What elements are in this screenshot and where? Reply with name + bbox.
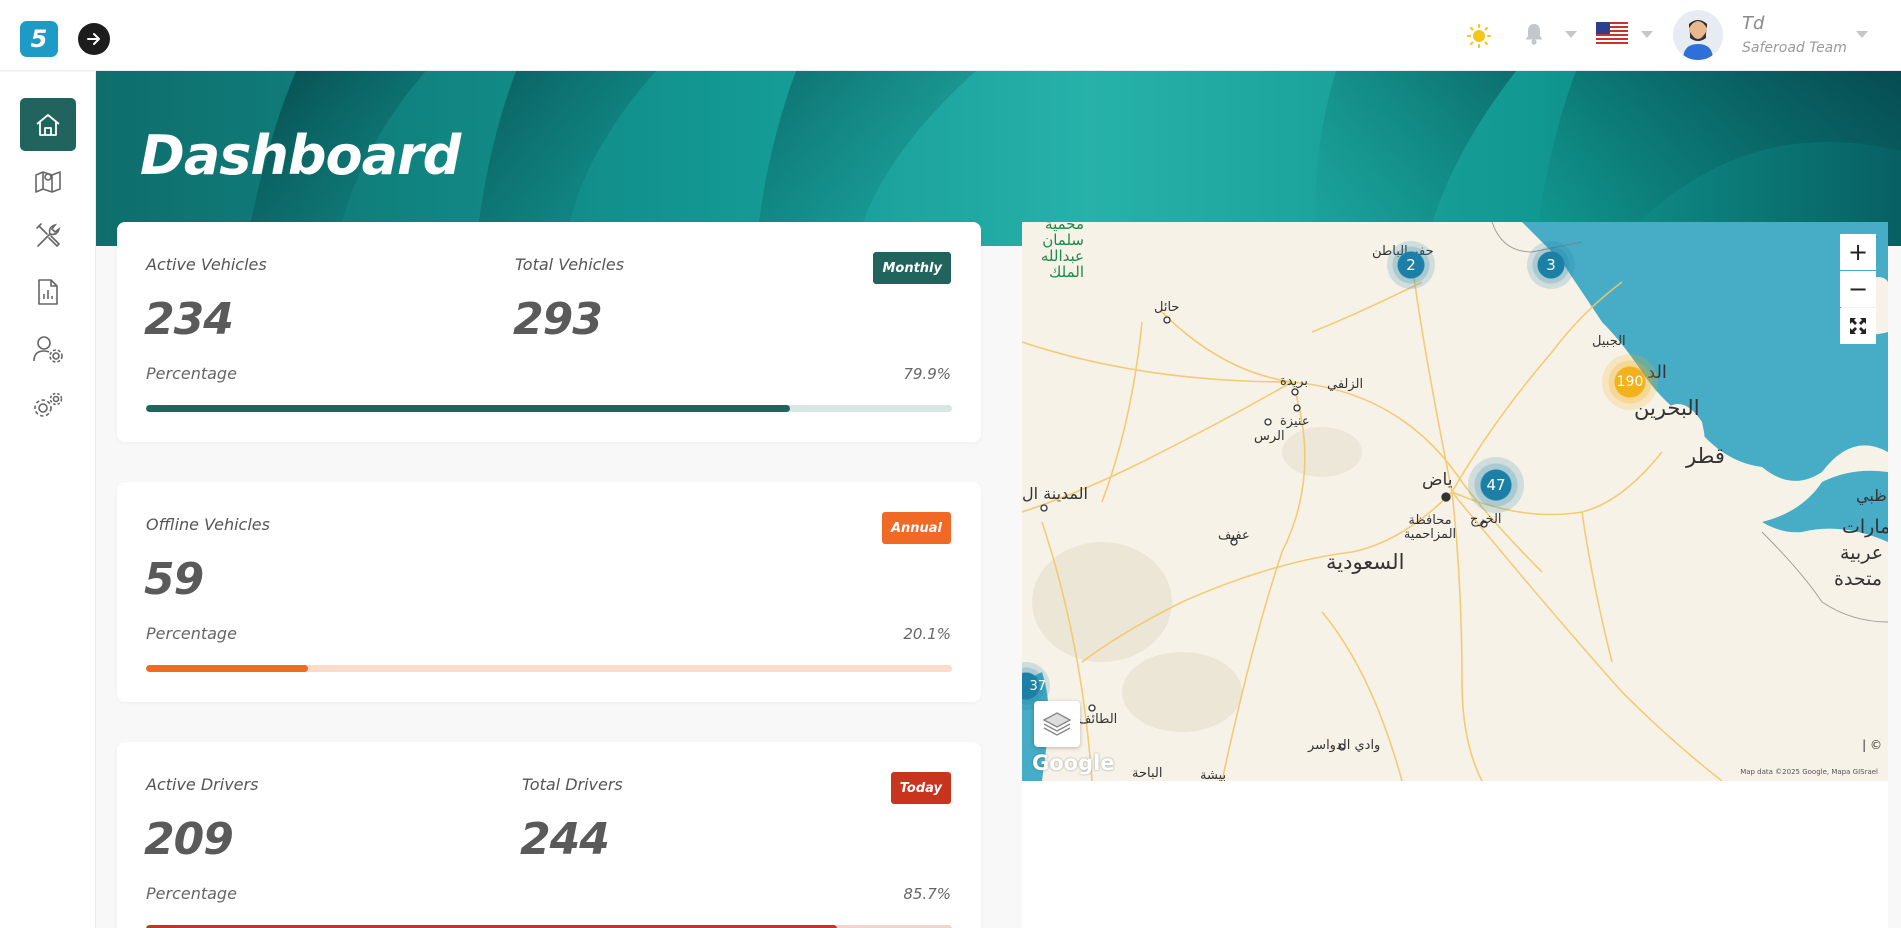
bell-icon[interactable] [1521,21,1547,47]
page-title: Dashboard [140,124,461,187]
map-label-dawasir: وادي الدواسر [1308,738,1381,753]
map-copyright: | © [1862,738,1882,752]
map-cluster-47[interactable]: 47 [1468,457,1524,513]
language-caret-icon[interactable] [1641,31,1653,38]
zoom-in-label: + [1847,238,1869,266]
offline-card: Offline Vehicles 59 Annual Percentage 20… [117,482,981,702]
map-label-arabia: عربية [1840,542,1884,564]
map-label-reserve: محمية سلمان عبدالله الملك [1040,222,1084,281]
zoom-out-label: − [1847,275,1869,303]
map-icon [35,170,61,193]
user-menu-caret-icon[interactable] [1856,31,1868,38]
cluster-count: 2 [1406,256,1416,274]
map-cluster-3[interactable]: 3 [1527,241,1575,289]
layers-icon [1042,712,1072,736]
map-label-zulfi: الزلفي [1327,377,1364,392]
active-vehicles-label: Active Vehicles [146,255,267,274]
offline-progress-bar [146,665,952,672]
map-label-riyadh: ياض [1422,470,1453,490]
home-icon [36,113,60,136]
map-label-saudi: السعودية [1326,550,1405,574]
sidebar-item-reports[interactable] [20,265,76,318]
zoom-in-button[interactable]: + [1840,234,1876,270]
map-label-medina: المدينة ال [1022,484,1088,503]
map-cluster-190[interactable]: 190 [1602,354,1658,410]
active-drivers-value: 209 [144,814,234,865]
vehicles-percentage-value: 79.9% [903,365,951,383]
notifications-caret-icon[interactable] [1565,31,1577,38]
cluster-count: 37 [1029,678,1046,694]
map-label-abu: ظبي [1856,486,1887,505]
percentage-label: Percentage [146,364,237,383]
total-drivers-label: Total Drivers [522,775,623,794]
sidebar-item-home[interactable] [20,98,76,151]
active-drivers-label: Active Drivers [146,775,259,794]
zoom-out-button[interactable]: − [1840,271,1876,307]
sidebar [0,72,96,928]
user-settings-icon [33,335,63,363]
user-team: Saferoad Team [1742,40,1847,56]
user-name[interactable]: Td [1742,13,1764,34]
map-label-qatar: قطر [1686,444,1725,468]
user-avatar[interactable] [1673,10,1723,60]
tools-icon [36,222,61,247]
cluster-count: 190 [1616,374,1644,390]
today-badge[interactable]: Today [890,772,951,804]
drivers-card: Active Drivers 209 Total Drivers 244 Tod… [117,742,981,928]
fullscreen-icon [1850,318,1866,334]
map-label-unaizah: عنيزة [1280,414,1310,429]
vehicle-map[interactable]: محمية سلمان عبدالله الملك حفر الباطن حائ… [1022,222,1888,781]
total-vehicles-label: Total Vehicles [515,255,625,274]
report-icon [38,278,58,305]
percentage-label: Percentage [146,884,237,903]
sun-icon[interactable] [1467,24,1491,48]
app-logo[interactable]: 5 [20,21,58,57]
map-label-muzahmiyah: محافظة المزاحمية [1403,513,1457,542]
total-drivers-value: 244 [520,814,610,865]
vehicles-progress-bar [146,405,952,412]
arrow-right-icon [87,33,100,45]
map-label-jubail: الجبيل [1592,334,1626,349]
active-vehicles-value: 234 [144,294,234,345]
percentage-label: Percentage [146,624,237,643]
sidebar-item-users[interactable] [20,322,76,375]
map-label-emirates: مارات [1842,516,1888,538]
map-label-bisha: بيشة [1200,768,1227,781]
total-vehicles-value: 293 [513,294,603,345]
annual-badge[interactable]: Annual [881,512,951,544]
google-logo: Google [1032,751,1115,775]
sidebar-item-settings[interactable] [20,378,76,431]
map-label-hail: حائل [1154,300,1180,315]
vehicles-progress-fill [146,405,790,412]
map-cluster-2[interactable]: 2 [1387,241,1435,289]
map-attribution[interactable]: Map data ©2025 Google, Mapa GISrael [1740,768,1878,776]
logo-text: 5 [30,25,48,53]
map-background [1022,222,1888,781]
sidebar-item-tools[interactable] [20,209,76,262]
vehicles-card: Active Vehicles 234 Total Vehicles 293 M… [117,222,981,442]
fullscreen-button[interactable] [1840,308,1876,344]
map-label-rass: الرس [1254,429,1285,444]
drivers-percentage-value: 85.7% [903,885,951,903]
map-panel: محمية سلمان عبدالله الملك حفر الباطن حائ… [1022,222,1888,928]
offline-percentage-value: 20.1% [903,625,951,643]
monthly-badge[interactable]: Monthly [873,252,951,284]
gears-icon [34,392,63,417]
us-flag-icon[interactable] [1596,22,1628,46]
offline-vehicles-label: Offline Vehicles [146,515,270,534]
map-label-taif: الطائف [1078,712,1118,727]
sidebar-item-map[interactable] [20,154,76,207]
sidebar-toggle-button[interactable] [78,23,110,55]
map-label-kharj: الخرج [1470,512,1502,527]
map-layers-button[interactable] [1034,701,1080,747]
map-label-buraydah: بريدة [1280,374,1309,389]
offline-progress-fill [146,665,308,672]
offline-vehicles-value: 59 [144,554,204,605]
map-label-baha: الباحة [1132,766,1163,781]
cluster-count: 47 [1486,476,1506,494]
map-label-united: متحدة [1834,568,1883,590]
top-bar: 5 Td Saferoad Team [0,0,1901,71]
map-label-afif: عفيف [1218,528,1250,543]
cluster-count: 3 [1546,256,1556,274]
